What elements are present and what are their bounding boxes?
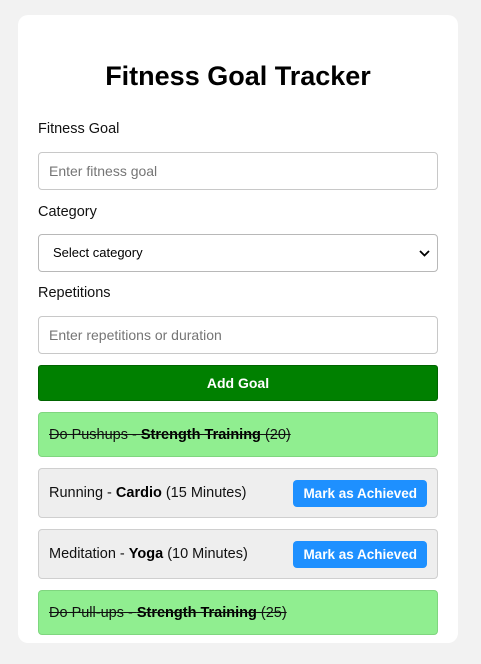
goal-tracker-card: Fitness Goal Tracker Fitness Goal Catego… xyxy=(18,15,458,643)
category-selected-value: Select category xyxy=(53,245,143,260)
goal-item: Do Pushups - Strength Training (20) xyxy=(38,412,438,457)
goal-name: Running xyxy=(49,485,104,501)
goal-item: Running - Cardio (15 Minutes) Mark as Ac… xyxy=(38,468,438,518)
goal-text: Do Pull-ups - Strength Training (25) xyxy=(49,605,287,621)
goal-category: Strength Training xyxy=(136,604,257,621)
goal-category: Strength Training xyxy=(140,426,261,443)
goal-name: Do Pull-ups xyxy=(49,604,124,621)
goal-name: Do Pushups xyxy=(49,426,128,443)
category-label: Category xyxy=(38,204,97,220)
fitness-goal-label: Fitness Goal xyxy=(38,121,120,137)
mark-as-achieved-button[interactable]: Mark as Achieved xyxy=(293,540,427,568)
category-select[interactable]: Select category xyxy=(38,234,438,272)
chevron-down-icon xyxy=(418,235,430,271)
fitness-goal-input[interactable] xyxy=(38,152,438,190)
page-title: Fitness Goal Tracker xyxy=(105,61,371,91)
repetitions-input[interactable] xyxy=(38,316,438,354)
goal-text: Meditation - Yoga (10 Minutes) xyxy=(49,546,248,562)
goal-separator: - xyxy=(128,426,141,443)
goal-amount: (25) xyxy=(256,604,287,621)
goal-item: Meditation - Yoga (10 Minutes) Mark as A… xyxy=(38,529,438,579)
mark-as-achieved-button[interactable]: Mark as Achieved xyxy=(293,479,427,507)
repetitions-label: Repetitions xyxy=(38,285,111,301)
goal-amount: (10 Minutes) xyxy=(163,546,248,562)
goal-amount: (20) xyxy=(260,426,291,443)
goal-text: Running - Cardio (15 Minutes) xyxy=(49,485,246,501)
goal-category: Yoga xyxy=(128,546,164,562)
goal-item: Do Pull-ups - Strength Training (25) xyxy=(38,590,438,635)
goal-separator: - xyxy=(103,485,116,501)
goal-separator: - xyxy=(115,546,129,562)
goal-amount: (15 Minutes) xyxy=(161,485,247,501)
goal-category: Cardio xyxy=(115,485,162,501)
goal-separator: - xyxy=(123,604,137,621)
add-goal-button[interactable]: Add Goal xyxy=(38,365,438,401)
goal-name: Meditation xyxy=(49,546,116,562)
goal-text: Do Pushups - Strength Training (20) xyxy=(49,427,291,443)
